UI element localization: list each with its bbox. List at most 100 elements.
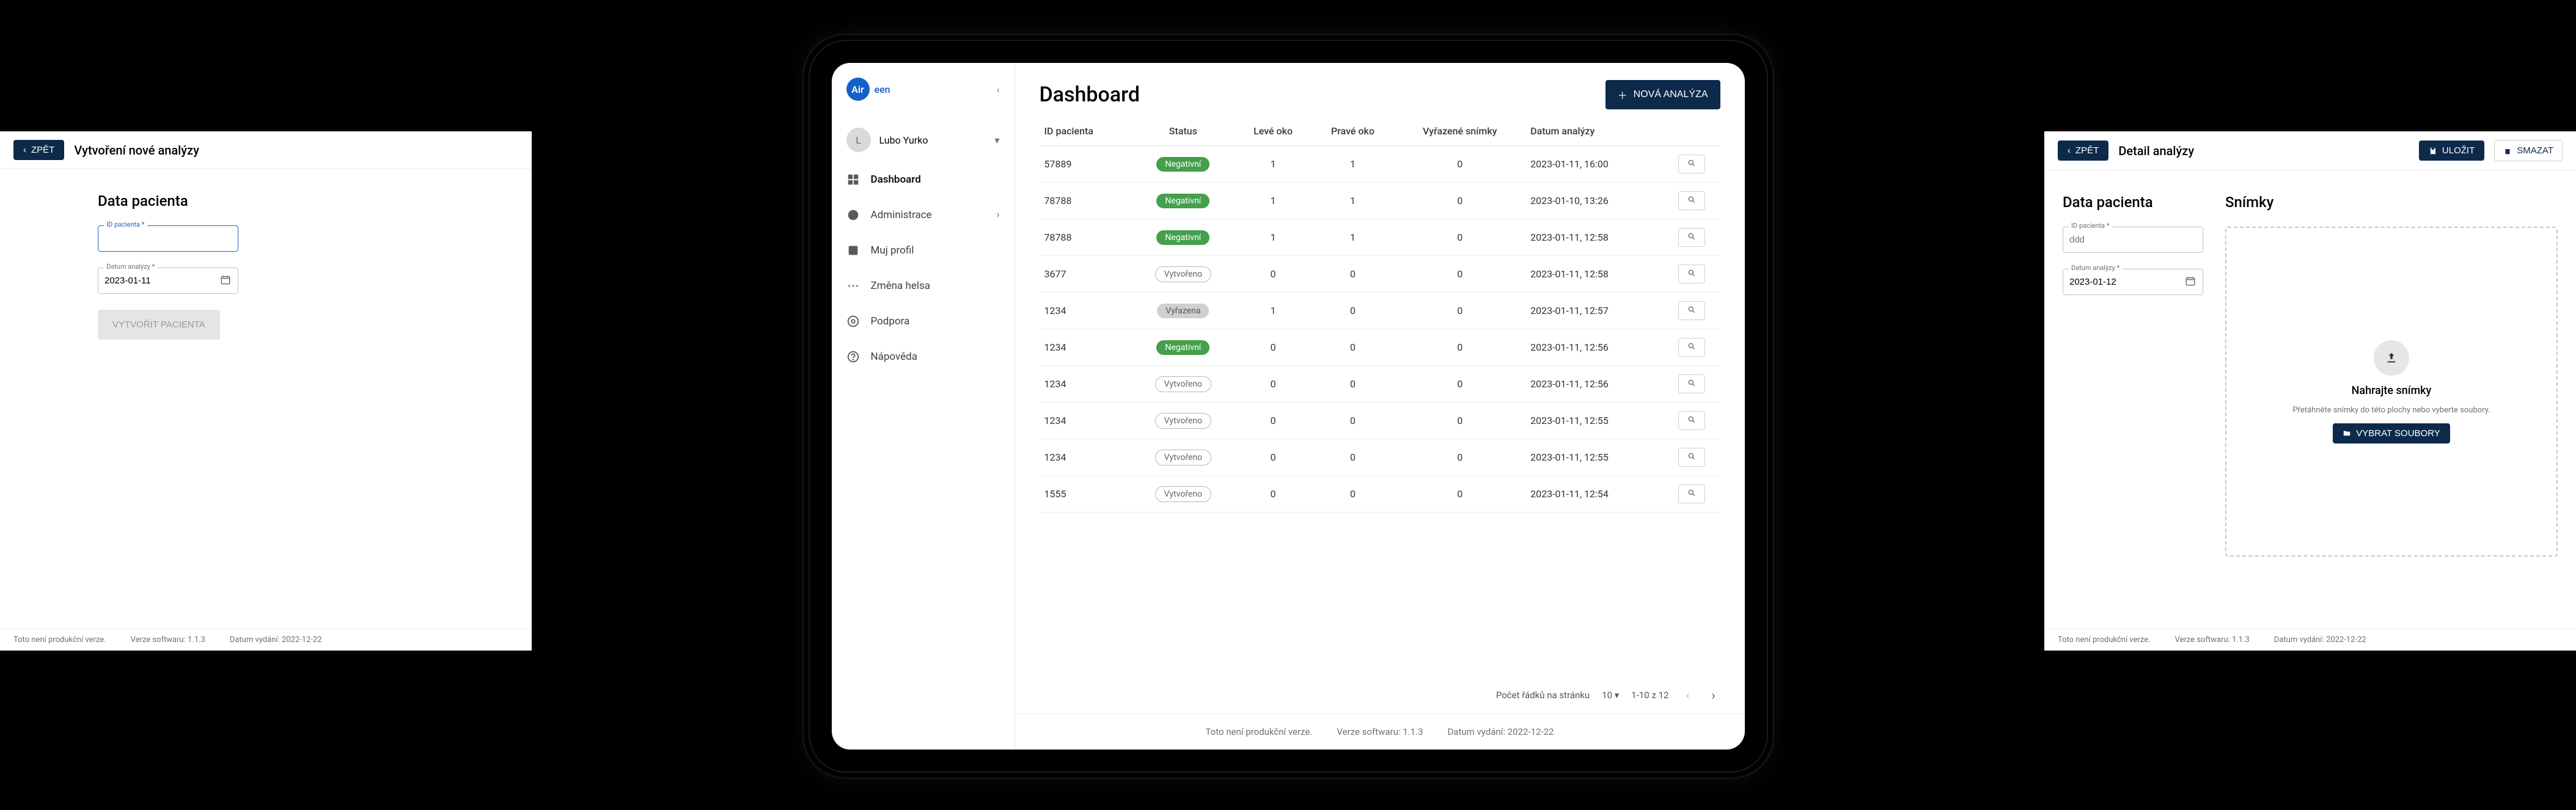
rows-per-page-select[interactable]: 10 ▾ — [1602, 690, 1619, 701]
delete-button[interactable]: SMAZAT — [2494, 140, 2563, 161]
cell-right-eye: 0 — [1312, 439, 1395, 476]
row-detail-button[interactable] — [1678, 265, 1705, 283]
prev-page-button: ‹ — [1681, 685, 1694, 705]
sidebar-item-dashboard[interactable]: Dashboard — [832, 164, 1015, 195]
topbar: ‹ ZPĚT Vytvoření nové analýzy — [0, 131, 532, 169]
row-detail-button[interactable] — [1678, 484, 1705, 503]
cell-right-eye: 0 — [1312, 256, 1395, 293]
table-row: 1555 Vytvořeno 0 0 0 2023-01-11, 12:54 — [1040, 476, 1720, 513]
footer-non-prod: Toto není produkční verze. — [1206, 726, 1313, 737]
magnify-icon — [1687, 269, 1696, 277]
cell-status: Negativní — [1131, 146, 1235, 183]
cell-right-eye: 0 — [1312, 366, 1395, 403]
select-files-label: VYBRAT SOUBORY — [2356, 428, 2440, 439]
patient-id-field: ID pacienta * — [2063, 227, 2203, 253]
plus-icon: ＋ — [1618, 87, 1627, 102]
cell-discarded: 0 — [1394, 256, 1525, 293]
cell-left-eye: 0 — [1235, 329, 1312, 366]
save-button[interactable]: ULOŽIT — [2419, 140, 2484, 161]
snaps-heading: Snímky — [2225, 194, 2558, 211]
analysis-date-input[interactable] — [98, 268, 238, 294]
status-badge: Vytvořeno — [1155, 486, 1211, 502]
cell-date: 2023-01-11, 12:55 — [1525, 439, 1663, 476]
patient-id-input[interactable] — [2063, 227, 2203, 253]
cell-status: Negativní — [1131, 329, 1235, 366]
sidebar-item-label: Administrace — [871, 209, 932, 221]
table-row: 1234 Vytvořeno 0 0 0 2023-01-11, 12:56 — [1040, 366, 1720, 403]
new-analysis-button[interactable]: ＋ NOVÁ ANALÝZA — [1605, 80, 1720, 109]
analysis-date-field: Datum analýzy * — [98, 268, 238, 294]
analysis-date-label: Datum analýzy * — [104, 263, 157, 271]
sidebar-item-administration[interactable]: Administrace › — [832, 200, 1015, 230]
sidebar-collapse-icon[interactable]: ‹ — [997, 84, 1000, 95]
status-badge: Negativní — [1156, 157, 1209, 172]
brand-logo: Air — [846, 78, 870, 101]
status-badge: Negativní — [1156, 340, 1209, 355]
user-menu[interactable]: L Lubo Yurko ▾ — [832, 120, 1015, 159]
sidebar-item-password[interactable]: Změna helsa — [832, 271, 1015, 301]
table: ID pacienta Status Levé oko Pravé oko Vy… — [1015, 113, 1745, 677]
cell-id: 78788 — [1040, 183, 1132, 219]
support-icon — [846, 315, 860, 328]
upload-icon — [2374, 340, 2409, 376]
cell-status: Vytvořeno — [1131, 366, 1235, 403]
upload-dropzone[interactable]: Nahrajte snímky Přetáhněte snímky do tét… — [2225, 227, 2558, 556]
magnify-icon — [1687, 342, 1696, 351]
row-detail-button[interactable] — [1678, 338, 1705, 357]
status-badge: Vytvořeno — [1155, 376, 1211, 392]
upload-hint: Přetáhněte snímky do této plochy nebo vy… — [2292, 406, 2490, 415]
row-detail-button[interactable] — [1678, 191, 1705, 210]
status-badge: Vytvořeno — [1155, 266, 1211, 282]
user-name: Lubo Yurko — [879, 134, 928, 146]
table-row: 78788 Negativní 1 1 0 2023-01-10, 13:26 — [1040, 183, 1720, 219]
cell-discarded: 0 — [1394, 403, 1525, 439]
back-button[interactable]: ‹ ZPĚT — [13, 140, 64, 160]
cell-date: 2023-01-11, 12:58 — [1525, 219, 1663, 256]
cell-left-eye: 1 — [1235, 219, 1312, 256]
cell-status: Vytvořeno — [1131, 403, 1235, 439]
footer-version: Verze softwaru: 1.1.3 — [2175, 635, 2250, 644]
page-range: 1-10 z 12 — [1631, 690, 1668, 701]
sidebar-item-support[interactable]: Podpora — [832, 306, 1015, 337]
cell-date: 2023-01-11, 12:56 — [1525, 329, 1663, 366]
help-icon — [846, 350, 860, 363]
sidebar-item-profile[interactable]: Muj profil — [832, 235, 1015, 266]
chevron-right-icon: › — [996, 209, 999, 221]
row-detail-button[interactable] — [1678, 301, 1705, 320]
profile-icon — [846, 244, 860, 257]
rows-per-page-label: Počet řádků na stránku — [1496, 690, 1590, 701]
back-button[interactable]: ‹ ZPĚT — [2058, 140, 2108, 161]
calendar-icon[interactable] — [2185, 275, 2196, 289]
create-patient-button: VYTVOŘIT PACIENTA — [98, 310, 220, 340]
save-label: ULOŽIT — [2442, 145, 2475, 156]
next-page-button[interactable]: › — [1706, 685, 1720, 705]
cell-discarded: 0 — [1394, 219, 1525, 256]
footer-release: Datum vydání: 2022-12-22 — [2274, 635, 2366, 644]
col-id: ID pacienta — [1040, 117, 1132, 146]
patient-id-field: ID pacienta * — [98, 225, 238, 252]
row-detail-button[interactable] — [1678, 374, 1705, 393]
chevron-down-icon: ▾ — [1615, 690, 1620, 701]
calendar-icon[interactable] — [220, 274, 231, 288]
footer-non-prod: Toto není produkční verze. — [2058, 635, 2151, 644]
cell-date: 2023-01-11, 12:57 — [1525, 293, 1663, 329]
col-right-eye: Pravé oko — [1312, 117, 1395, 146]
row-detail-button[interactable] — [1678, 228, 1705, 247]
back-label: ZPĚT — [2075, 145, 2099, 156]
row-detail-button[interactable] — [1678, 155, 1705, 173]
tablet-screen: Air een ‹ L Lubo Yurko ▾ Dashboard Admin… — [832, 63, 1745, 750]
table-row: 1234 Vytvořeno 0 0 0 2023-01-11, 12:55 — [1040, 403, 1720, 439]
pagination: Počet řádků na stránku 10 ▾ 1-10 z 12 ‹ … — [1015, 677, 1745, 713]
row-detail-button[interactable] — [1678, 411, 1705, 430]
sidebar-item-help[interactable]: Nápověda — [832, 341, 1015, 372]
patient-id-input[interactable] — [98, 225, 238, 252]
sidebar: Air een ‹ L Lubo Yurko ▾ Dashboard Admin… — [832, 63, 1015, 750]
analysis-date-input[interactable] — [2063, 269, 2203, 295]
select-files-button[interactable]: VYBRAT SOUBORY — [2333, 423, 2450, 443]
analysis-date-field: Datum analýzy * — [2063, 269, 2203, 295]
page-title: Dashboard — [1040, 82, 1140, 107]
screen-title: Detail analýzy — [2118, 144, 2194, 158]
save-icon — [2429, 147, 2437, 155]
row-detail-button[interactable] — [1678, 448, 1705, 467]
table-row: 78788 Negativní 1 1 0 2023-01-11, 12:58 — [1040, 219, 1720, 256]
